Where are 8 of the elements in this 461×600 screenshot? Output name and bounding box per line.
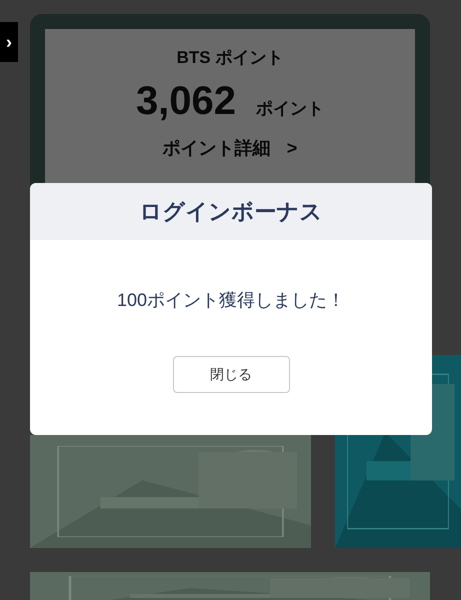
point-details-link[interactable]: ポイント詳細 > <box>162 135 298 162</box>
close-button[interactable]: 閉じる <box>172 356 290 393</box>
dialog-title: ログインボーナス <box>140 198 322 226</box>
dialog-message: 100ポイント獲得しました！ <box>116 289 346 312</box>
points-amount: 3,062 <box>136 80 236 120</box>
points-unit: ポイント <box>256 98 324 120</box>
card-title: BTS ポイント <box>176 47 284 69</box>
side-tab[interactable]: › <box>0 22 18 62</box>
